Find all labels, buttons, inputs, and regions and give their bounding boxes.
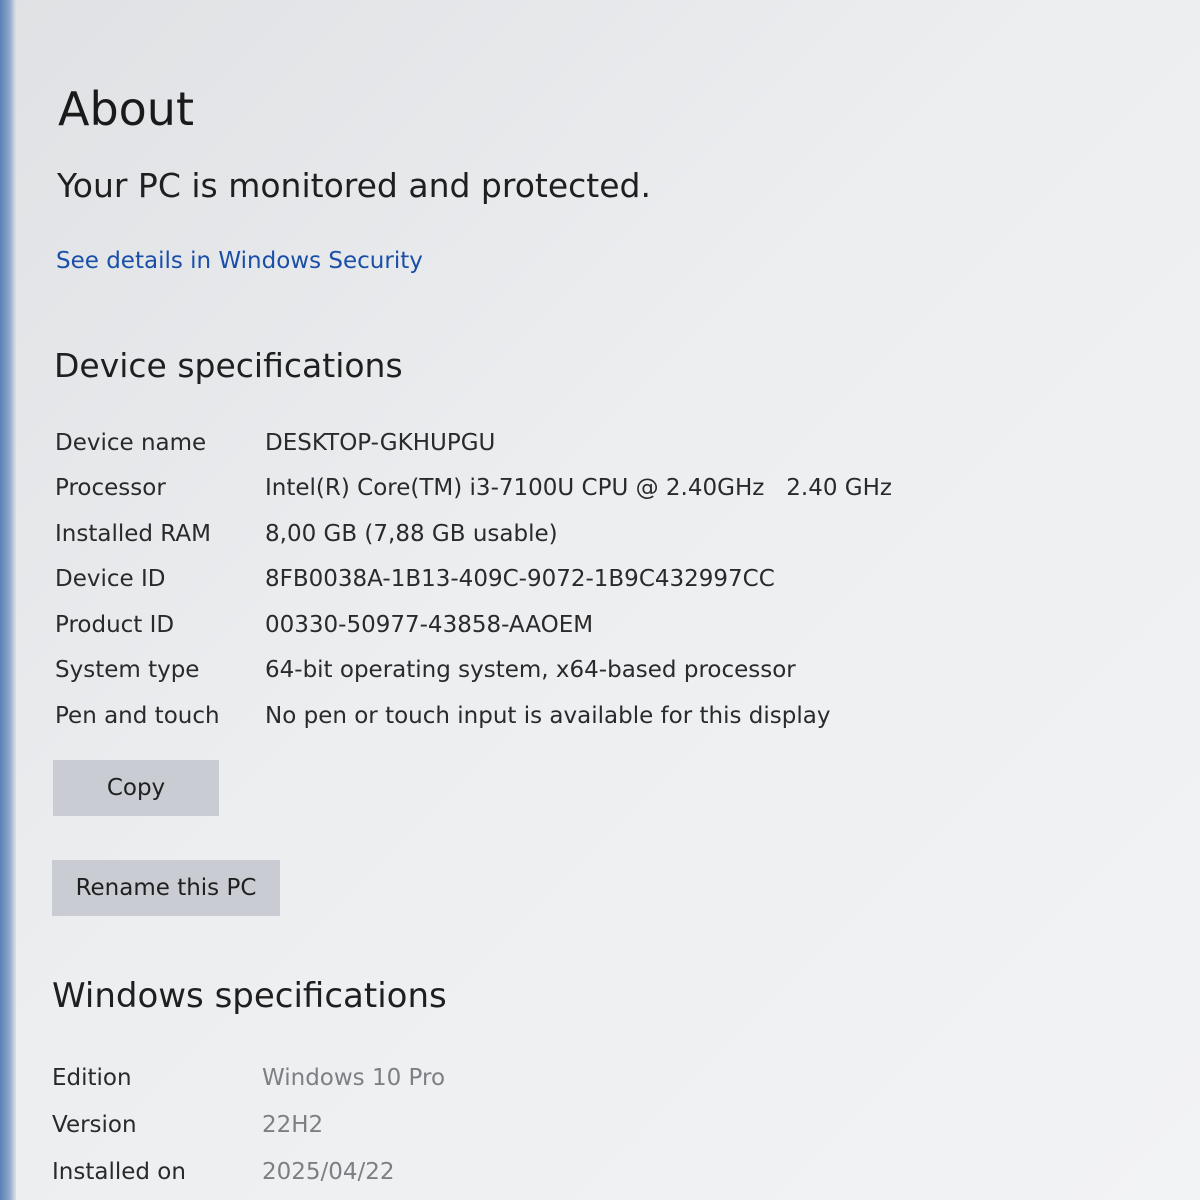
spec-label: Processor — [55, 475, 166, 502]
spec-row-device-name: Device name DESKTOP-GKHUPGU — [55, 420, 892, 466]
spec-label: System type — [55, 657, 200, 684]
spec-row-installed-on: Installed on 2025/04/22 — [52, 1148, 445, 1195]
spec-row-product-id: Product ID 00330-50977-43858-AAOEM — [55, 602, 892, 648]
window-left-edge — [0, 0, 16, 1200]
spec-value: DESKTOP-GKHUPGU — [265, 429, 496, 456]
spec-value: 22H2 — [262, 1111, 324, 1138]
spec-label: Edition — [52, 1064, 132, 1091]
spec-row-device-id: Device ID 8FB0038A-1B13-409C-9072-1B9C43… — [55, 557, 892, 603]
spec-label: Installed RAM — [55, 520, 211, 547]
spec-value: Intel(R) Core(TM) i3-7100U CPU @ 2.40GHz… — [265, 475, 892, 502]
spec-label: Installed on — [52, 1158, 186, 1185]
spec-value: 8,00 GB (7,88 GB usable) — [265, 520, 558, 547]
copy-button[interactable]: Copy — [53, 760, 219, 816]
spec-value: 2025/04/22 — [262, 1158, 395, 1185]
windows-security-link[interactable]: See details in Windows Security — [56, 248, 423, 274]
spec-value: 00330-50977-43858-AAOEM — [265, 611, 594, 638]
windows-specs-heading: Windows specifications — [52, 976, 447, 1016]
spec-value: No pen or touch input is available for t… — [265, 702, 831, 729]
spec-row-edition: Edition Windows 10 Pro — [52, 1054, 445, 1101]
page-title: About — [58, 82, 195, 136]
spec-row-installed-ram: Installed RAM 8,00 GB (7,88 GB usable) — [55, 511, 892, 557]
spec-label: Product ID — [55, 611, 175, 638]
device-specs-heading: Device specifications — [54, 346, 403, 385]
rename-pc-button[interactable]: Rename this PC — [52, 860, 280, 916]
about-settings-page: About Your PC is monitored and protected… — [0, 0, 1200, 1200]
device-specs-table: Device name DESKTOP-GKHUPGU Processor In… — [55, 420, 892, 739]
spec-value: 64-bit operating system, x64-based proce… — [265, 657, 796, 684]
spec-label: Device name — [55, 429, 207, 456]
spec-row-processor: Processor Intel(R) Core(TM) i3-7100U CPU… — [55, 466, 892, 512]
windows-specs-table: Edition Windows 10 Pro Version 22H2 Inst… — [52, 1054, 445, 1195]
protection-status: Your PC is monitored and protected. — [57, 166, 651, 205]
spec-row-pen-and-touch: Pen and touch No pen or touch input is a… — [55, 693, 892, 739]
spec-label: Version — [52, 1111, 137, 1138]
spec-row-version: Version 22H2 — [52, 1101, 445, 1148]
spec-label: Device ID — [55, 566, 166, 593]
spec-label: Pen and touch — [55, 702, 220, 729]
spec-row-system-type: System type 64-bit operating system, x64… — [55, 648, 892, 694]
spec-value: 8FB0038A-1B13-409C-9072-1B9C432997CC — [265, 566, 775, 593]
spec-value: Windows 10 Pro — [262, 1064, 446, 1091]
